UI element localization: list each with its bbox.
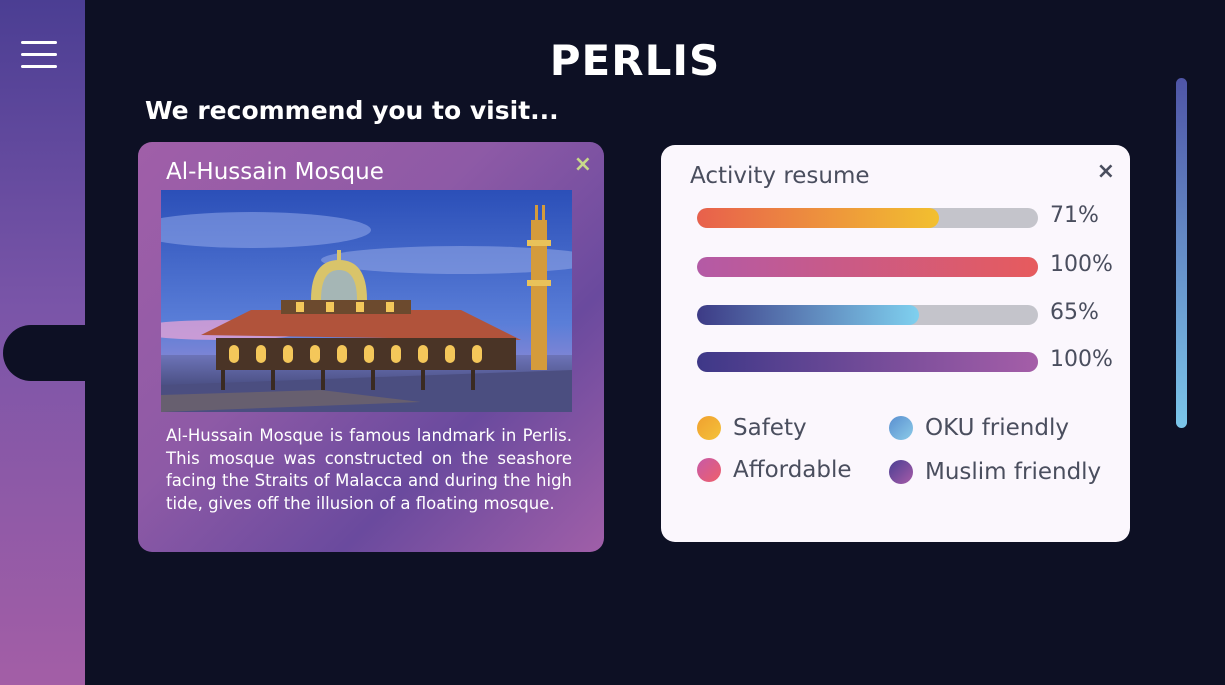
place-card: Al-Hussain Mosque × Al-Hussain Mosque is… [138,142,604,552]
legend-affordable: Affordable [697,457,852,483]
legend-muslim-friendly: Muslim friendly [889,459,1101,485]
scrollbar[interactable] [1176,78,1187,428]
recommend-heading: We recommend you to visit... [145,96,559,125]
bar-fill [697,305,919,325]
bar-percent: 65% [1050,300,1099,325]
legend-label: Safety [733,415,807,441]
legend-dot [697,458,721,482]
legend-dot [889,460,913,484]
page-title: PERLIS [549,36,721,85]
bar-percent: 100% [1050,347,1113,372]
legend-dot [697,416,721,440]
bar-fill [697,208,940,228]
legend-dot [889,416,913,440]
place-name: Al-Hussain Mosque [166,159,384,185]
sidebar-tab[interactable] [3,325,98,381]
mosque-photo [161,190,572,412]
legend-label: OKU friendly [925,415,1069,441]
bar-fill [697,257,1038,277]
bar-percent: 100% [1050,252,1113,277]
legend-safety: Safety [697,415,807,441]
close-icon[interactable]: × [574,152,592,177]
place-description: Al-Hussain Mosque is famous landmark in … [166,426,572,513]
activity-title: Activity resume [690,163,870,189]
close-icon[interactable]: × [1097,159,1115,184]
legend-label: Muslim friendly [925,459,1102,485]
legend-label: Affordable [733,457,852,483]
legend-oku-friendly: OKU friendly [889,415,1069,441]
bar-fill [697,352,1038,372]
bar-percent: 71% [1050,203,1099,228]
activity-card: Activity resume × 71% 100% 65% 100% Safe… [661,145,1130,542]
